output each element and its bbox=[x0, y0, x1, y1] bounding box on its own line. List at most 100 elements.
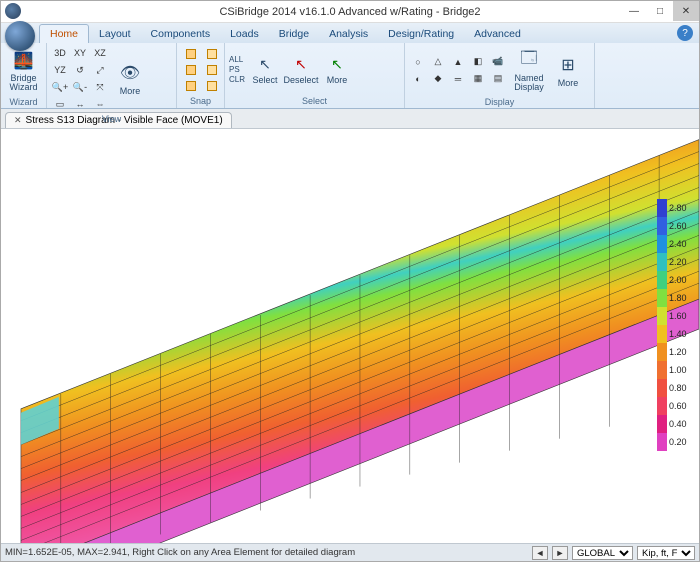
ribbon-tabstrip: Home Layout Components Loads Bridge Anal… bbox=[1, 23, 699, 43]
perspective-button[interactable]: ⤢ bbox=[91, 62, 109, 78]
legend-value: 2.00 bbox=[669, 275, 687, 285]
legend-value: 1.20 bbox=[669, 347, 687, 357]
coord-system-select[interactable]: GLOBAL bbox=[572, 546, 633, 560]
prev-view-button[interactable]: ◄ bbox=[532, 546, 548, 560]
tab-layout[interactable]: Layout bbox=[89, 25, 141, 43]
cursor-icon: ↖ bbox=[331, 55, 343, 75]
snap-int-button[interactable] bbox=[202, 62, 222, 77]
legend-swatch: 0.60 bbox=[657, 397, 695, 415]
model-viewport[interactable]: 2.802.602.402.202.001.801.601.401.201.00… bbox=[1, 129, 699, 543]
eye-icon: 👁 bbox=[118, 61, 142, 85]
group-select: ALL PS CLR ↖ Select ↖ Deselect ↖ More Se bbox=[225, 43, 405, 108]
legend-swatch: 1.20 bbox=[657, 343, 695, 361]
app-icon bbox=[5, 3, 21, 19]
disp-influence-button[interactable]: 📹 bbox=[489, 54, 507, 70]
legend-value: 0.60 bbox=[669, 401, 687, 411]
select-all-button[interactable]: ALL bbox=[229, 55, 245, 64]
bridge-wizard-button[interactable]: 🌉 Bridge Wizard bbox=[5, 45, 42, 95]
deselect-button[interactable]: ↖ Deselect bbox=[283, 55, 319, 85]
disp-plot-button[interactable]: ═ bbox=[449, 71, 467, 87]
legend-swatch: 1.60 bbox=[657, 307, 695, 325]
disp-pushover-button[interactable]: ◆ bbox=[429, 71, 447, 87]
legend-swatch: 0.20 bbox=[657, 433, 695, 451]
legend-color-box bbox=[657, 199, 667, 217]
ribbon: 🌉 Bridge Wizard Wizard 3D XY XZ YZ ↺ ⤢ 🔍… bbox=[1, 43, 699, 109]
help-button[interactable]: ? bbox=[677, 25, 693, 41]
legend-color-box bbox=[657, 379, 667, 397]
disp-table-button[interactable]: ▦ bbox=[469, 71, 487, 87]
rotate-button[interactable]: ↺ bbox=[71, 62, 89, 78]
disp-forces-button[interactable]: ▲ bbox=[449, 54, 467, 70]
group-view: 3D XY XZ YZ ↺ ⤢ 🔍+ 🔍- ⤧ ▭ ↔ ⇔ 👁 More Vie… bbox=[47, 43, 177, 108]
app-orb-button[interactable] bbox=[5, 21, 35, 51]
zoom-extents-button[interactable]: ↔ bbox=[71, 96, 89, 112]
tab-components[interactable]: Components bbox=[141, 25, 221, 43]
bridge-icon: 🌉 bbox=[12, 49, 36, 73]
tab-analysis[interactable]: Analysis bbox=[319, 25, 378, 43]
select-more-button[interactable]: ↖ More bbox=[319, 55, 355, 85]
disp-stress-button[interactable]: ◧ bbox=[469, 54, 487, 70]
legend-value: 0.40 bbox=[669, 419, 687, 429]
zoom-window-button[interactable]: ▭ bbox=[51, 96, 69, 112]
view-more-button[interactable]: 👁 More bbox=[113, 54, 147, 104]
legend-color-box bbox=[657, 217, 667, 235]
legend-color-box bbox=[657, 343, 667, 361]
zoom-previous-button[interactable]: ⇔ bbox=[91, 96, 109, 112]
disp-undeformed-button[interactable]: ○ bbox=[409, 54, 427, 70]
display-buttons: ○ △ ▲ ◧ 📹 ◐ ◆ ═ ▦ ▤ bbox=[409, 54, 507, 87]
select-prev-button[interactable]: PS bbox=[229, 65, 245, 74]
disp-deformed-button[interactable]: △ bbox=[429, 54, 447, 70]
named-display-icon: 🗔 bbox=[517, 49, 541, 73]
legend-value: 1.00 bbox=[669, 365, 687, 375]
legend-swatch: 0.40 bbox=[657, 415, 695, 433]
legend-value: 2.80 bbox=[669, 203, 687, 213]
group-label-display: Display bbox=[405, 97, 594, 108]
snap-perp-button[interactable] bbox=[181, 78, 201, 93]
legend-value: 0.20 bbox=[669, 437, 687, 447]
maximize-button[interactable]: □ bbox=[647, 1, 673, 21]
window-buttons: — □ ✕ bbox=[621, 1, 699, 21]
group-display: ○ △ ▲ ◧ 📹 ◐ ◆ ═ ▦ ▤ 🗔 Named Display ⊞ Mo… bbox=[405, 43, 595, 108]
named-display-button[interactable]: 🗔 Named Display bbox=[509, 45, 549, 95]
tab-home[interactable]: Home bbox=[39, 24, 89, 43]
disp-save-button[interactable]: ▤ bbox=[489, 71, 507, 87]
view-xy-button[interactable]: XY bbox=[71, 45, 89, 61]
minimize-button[interactable]: — bbox=[621, 1, 647, 21]
select-clear-button[interactable]: CLR bbox=[229, 75, 245, 84]
group-label-wizard: Wizard bbox=[1, 97, 46, 108]
select-button[interactable]: ↖ Select bbox=[247, 55, 283, 85]
snap-point-button[interactable] bbox=[181, 46, 201, 61]
snap-end-button[interactable] bbox=[181, 62, 201, 77]
window-title: CSiBridge 2014 v16.1.0 Advanced w/Rating… bbox=[219, 6, 480, 18]
close-tab-icon[interactable]: ✕ bbox=[14, 115, 22, 126]
tab-design-rating[interactable]: Design/Rating bbox=[378, 25, 464, 43]
snap-grid-button[interactable] bbox=[202, 78, 222, 93]
zoom-out-button[interactable]: 🔍- bbox=[71, 79, 89, 95]
legend-swatch: 1.00 bbox=[657, 361, 695, 379]
group-label-snap: Snap bbox=[177, 96, 224, 108]
tab-loads[interactable]: Loads bbox=[220, 25, 269, 43]
units-select[interactable]: Kip, ft, F bbox=[637, 546, 695, 560]
group-wizard: 🌉 Bridge Wizard Wizard bbox=[1, 43, 47, 108]
disp-energy-button[interactable]: ◐ bbox=[409, 71, 427, 87]
display-more-button[interactable]: ⊞ More bbox=[551, 45, 585, 95]
view-yz-button[interactable]: YZ bbox=[51, 62, 69, 78]
tab-bridge[interactable]: Bridge bbox=[269, 25, 319, 43]
next-view-button[interactable]: ► bbox=[552, 546, 568, 560]
legend-value: 1.80 bbox=[669, 293, 687, 303]
tab-advanced[interactable]: Advanced bbox=[464, 25, 531, 43]
view-xz-button[interactable]: XZ bbox=[91, 45, 109, 61]
legend-color-box bbox=[657, 397, 667, 415]
color-legend: 2.802.602.402.202.001.801.601.401.201.00… bbox=[657, 199, 695, 451]
legend-color-box bbox=[657, 271, 667, 289]
close-button[interactable]: ✕ bbox=[673, 1, 699, 21]
snap-mid-button[interactable] bbox=[202, 46, 222, 61]
cursor-icon: ↖ bbox=[259, 55, 271, 75]
snap-buttons bbox=[181, 46, 222, 93]
pan-button[interactable]: ⤧ bbox=[91, 79, 109, 95]
legend-color-box bbox=[657, 253, 667, 271]
cursor-icon: ↖ bbox=[295, 55, 307, 75]
legend-swatch: 2.00 bbox=[657, 271, 695, 289]
zoom-in-button[interactable]: 🔍+ bbox=[51, 79, 69, 95]
view-3d-button[interactable]: 3D bbox=[51, 45, 69, 61]
